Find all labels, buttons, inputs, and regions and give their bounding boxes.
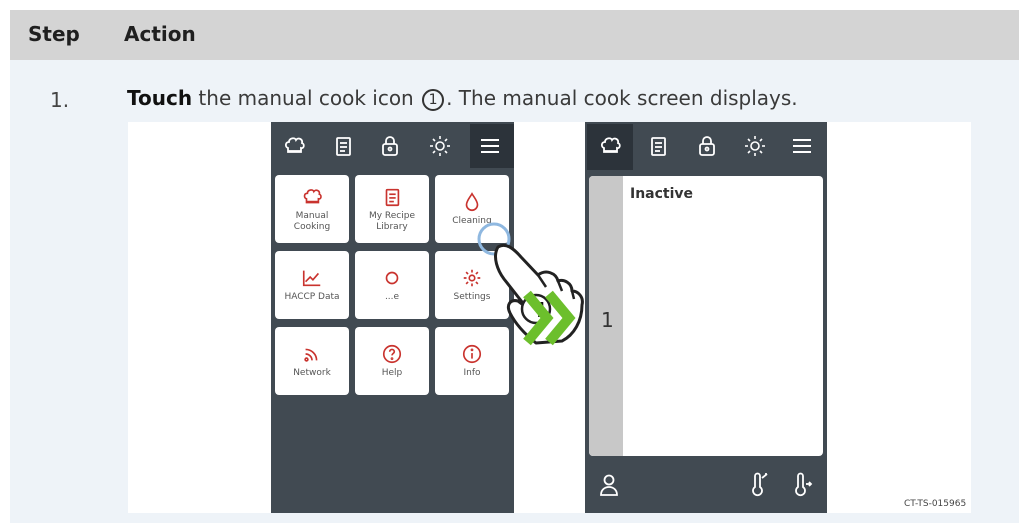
manual-cook-screen: 1 Inactive (585, 122, 827, 513)
chart-icon (302, 270, 321, 287)
brightness-icon[interactable] (427, 133, 453, 159)
menu-icon[interactable] (789, 133, 815, 159)
tile-label: Info (463, 368, 481, 378)
header-action: Action (124, 22, 196, 46)
tile-label: Manual Cooking (293, 210, 331, 232)
step-figure: Manual Cooking My Recipe Library Cleanin… (128, 122, 971, 513)
user-icon[interactable] (597, 472, 623, 500)
figure-code: CT-TS-015965 (904, 499, 967, 509)
probe-thermometer-icon[interactable] (746, 472, 772, 500)
tile-network[interactable]: Network (275, 327, 349, 395)
recipe-book-icon[interactable] (645, 133, 671, 159)
step-instruction: Touch the manual cook icon 1. The manual… (127, 86, 798, 111)
lock-icon[interactable] (694, 133, 720, 159)
question-icon (382, 344, 402, 364)
chef-hat-icon (303, 188, 322, 203)
thermometer-arrow-icon[interactable] (791, 472, 817, 500)
recipe-book-icon (385, 188, 400, 206)
tile-label: My Recipe Library (368, 210, 416, 232)
step-number: 1. (50, 88, 70, 112)
home-screen: Manual Cooking My Recipe Library Cleanin… (271, 122, 584, 513)
tile-label: Help (381, 368, 403, 378)
cavity-panel[interactable]: 1 Inactive (589, 176, 823, 456)
cavity-number: 1 (601, 308, 614, 332)
tile-help[interactable]: Help (355, 327, 429, 395)
water-drop-icon (465, 192, 479, 211)
tile-label: HACCP Data (284, 292, 340, 302)
home-topbar (271, 122, 514, 170)
tile-partially-hidden[interactable]: ...e (355, 251, 429, 319)
tile-label: Network (293, 368, 331, 378)
menu-icon[interactable] (477, 133, 503, 159)
double-chevron-right-icon (523, 290, 576, 346)
table-header: Step Action (10, 10, 1019, 60)
chef-hat-icon[interactable] (281, 133, 307, 159)
chef-hat-icon[interactable] (597, 133, 623, 159)
tile-manual-cooking[interactable]: Manual Cooking (275, 175, 349, 243)
cavity-status: Inactive (630, 186, 694, 202)
wifi-icon (304, 348, 318, 362)
partial-icon (385, 271, 399, 285)
tile-haccp-data[interactable]: HACCP Data (275, 251, 349, 319)
manual-bottombar (585, 462, 827, 513)
tile-my-recipe-library[interactable]: My Recipe Library (355, 175, 429, 243)
header-step: Step (28, 22, 80, 46)
callout-number: 1 (422, 89, 445, 111)
step-verb: Touch (127, 86, 193, 110)
lock-icon[interactable] (377, 133, 403, 159)
tile-label: ...e (384, 292, 400, 302)
brightness-icon[interactable] (742, 133, 768, 159)
instruction-text-after: . The manual cook screen displays. (446, 86, 798, 110)
instruction-text-before: the manual cook icon (198, 86, 414, 110)
recipe-book-icon[interactable] (330, 133, 356, 159)
